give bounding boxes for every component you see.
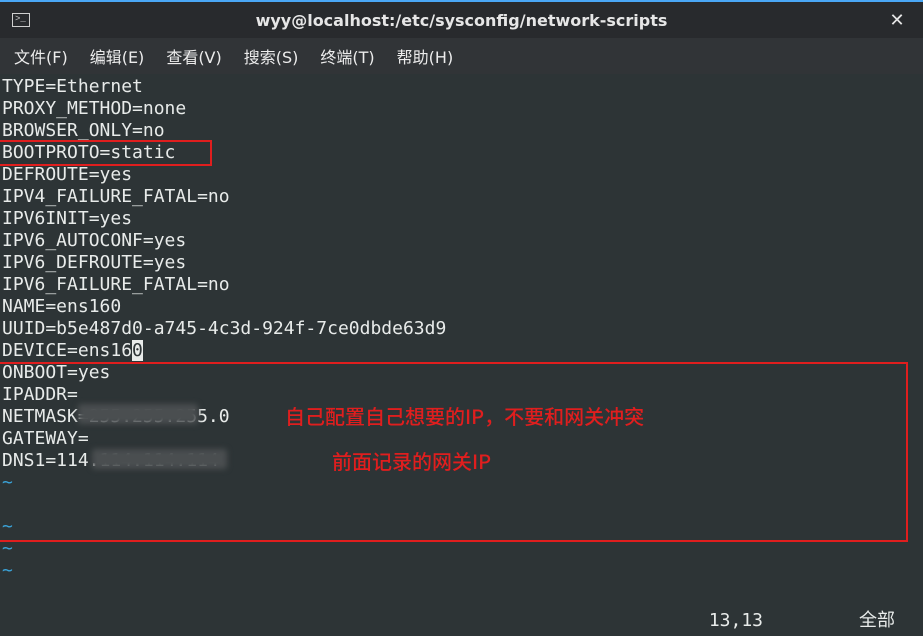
annotation-gateway: 前面记录的网关IP [332,450,491,472]
file-line: UUID=b5e487d0-a745-4c3d-924f-7ce0dbde63d… [2,318,923,340]
menu-view[interactable]: 查看(V) [166,44,221,68]
file-line: IPV4_FAILURE_FATAL=no [2,186,923,208]
terminal-icon [12,13,30,27]
menu-terminal[interactable]: 终端(T) [320,44,374,68]
file-line: IPV6_DEFROUTE=yes [2,252,923,274]
menu-edit[interactable]: 编辑(E) [90,44,145,68]
vim-cursor: 0 [132,340,143,361]
annotation-ip: 自己配置自己想要的IP，不要和网关冲突 [285,405,644,427]
close-button[interactable]: ✕ [883,6,911,34]
menubar: 文件(F) 编辑(E) 查看(V) 搜索(S) 终端(T) 帮助(H) [0,38,923,74]
scroll-percent: 全部 [859,610,895,632]
file-line: BROWSER_ONLY=no [2,120,923,142]
line-prefix: DEVICE=ens16 [2,340,132,361]
menu-file[interactable]: 文件(F) [14,44,68,68]
close-icon: ✕ [889,10,904,31]
file-line: IPV6_FAILURE_FATAL=no [2,274,923,296]
vim-tilde: ~ [2,472,923,494]
terminal-pane[interactable]: TYPE=Ethernet PROXY_METHOD=none BROWSER_… [0,74,923,636]
file-line: PROXY_METHOD=none [2,98,923,120]
file-line: TYPE=Ethernet [2,76,923,98]
menu-search[interactable]: 搜索(S) [244,44,299,68]
vim-statusline: 13,13 全部 [10,610,913,632]
titlebar: wyy@localhost:/etc/sysconfig/network-scr… [0,2,923,38]
vim-tilde: ~ [2,516,923,538]
blank-line [2,494,923,516]
redacted-ipaddr [78,404,198,424]
menu-help[interactable]: 帮助(H) [397,44,454,68]
window-title: wyy@localhost:/etc/sysconfig/network-scr… [0,11,923,30]
file-line: IPV6INIT=yes [2,208,923,230]
file-line: ONBOOT=yes [2,362,923,384]
file-line: DEFROUTE=yes [2,164,923,186]
redacted-gateway [92,449,227,469]
vim-tilde: ~ [2,538,923,560]
file-line: IPV6_AUTOCONF=yes [2,230,923,252]
file-line: BOOTPROTO=static [2,142,923,164]
vim-tilde: ~ [2,560,923,582]
terminal-window: wyy@localhost:/etc/sysconfig/network-scr… [0,0,923,636]
file-line: DEVICE=ens160 [2,340,923,362]
cursor-position: 13,13 [709,610,763,632]
file-line: NAME=ens160 [2,296,923,318]
